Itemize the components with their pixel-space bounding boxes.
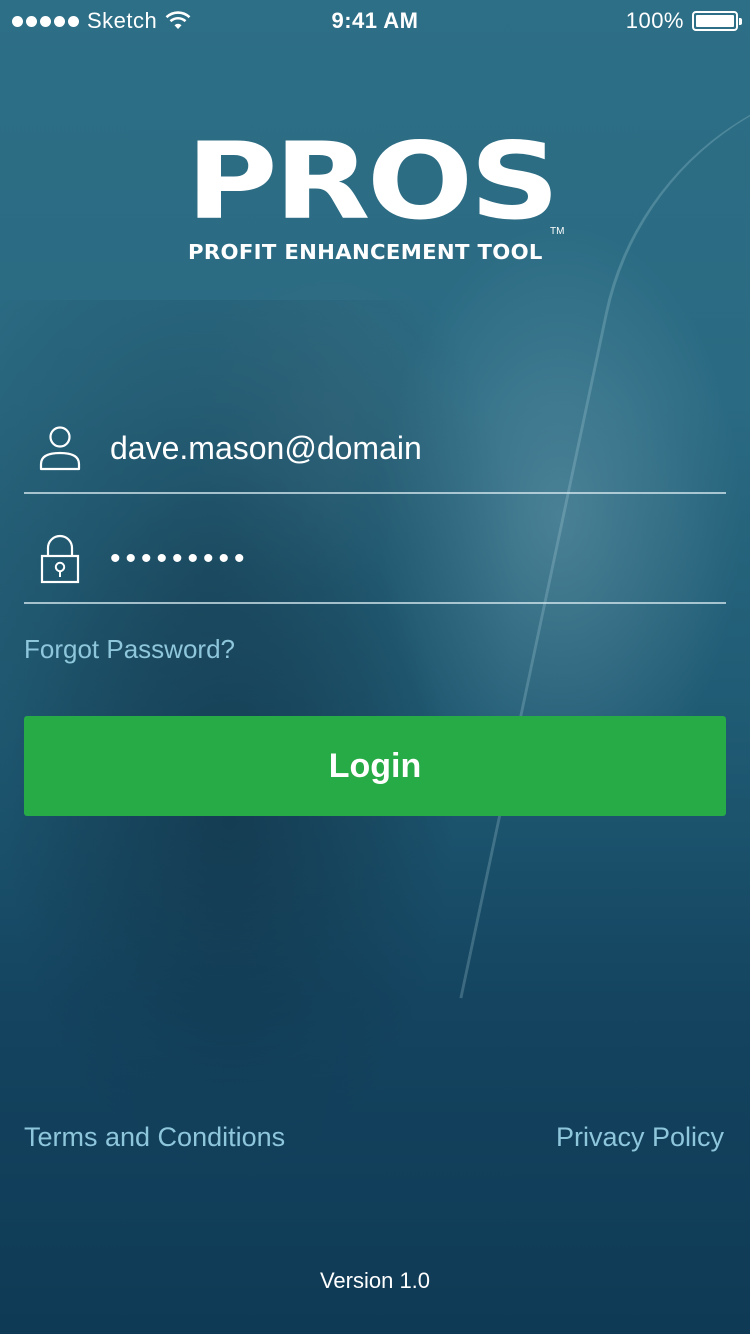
status-right: 100%	[625, 8, 742, 34]
username-input[interactable]	[110, 430, 710, 467]
pros-logo: PROS TM PROFIT ENHANCEMENT TOOL	[186, 129, 566, 268]
battery-icon	[692, 11, 742, 31]
version-label: Version 1.0	[319, 1268, 431, 1293]
battery-percent: 100%	[625, 8, 684, 33]
lock-icon	[40, 534, 80, 584]
user-icon	[39, 426, 81, 471]
forgot-password-link[interactable]: Forgot Password?	[24, 634, 235, 665]
password-input[interactable]: •••••••••	[110, 542, 710, 576]
logo-title: PROS	[186, 120, 560, 243]
privacy-link[interactable]: Privacy Policy	[556, 1122, 724, 1153]
status-bar: Sketch 9:41 AM 100%	[0, 0, 750, 40]
logo-trademark: TM	[550, 226, 565, 237]
terms-link[interactable]: Terms and Conditions	[24, 1122, 285, 1153]
username-field[interactable]	[24, 394, 726, 494]
battery-fill	[696, 15, 734, 27]
password-field[interactable]: •••••••••	[24, 504, 726, 604]
login-screen: Sketch 9:41 AM 100% PROS TM PROFIT ENHAN…	[0, 0, 750, 1334]
login-button[interactable]: Login	[24, 716, 726, 816]
logo-subtitle: PROFIT ENHANCEMENT TOOL	[188, 240, 543, 264]
